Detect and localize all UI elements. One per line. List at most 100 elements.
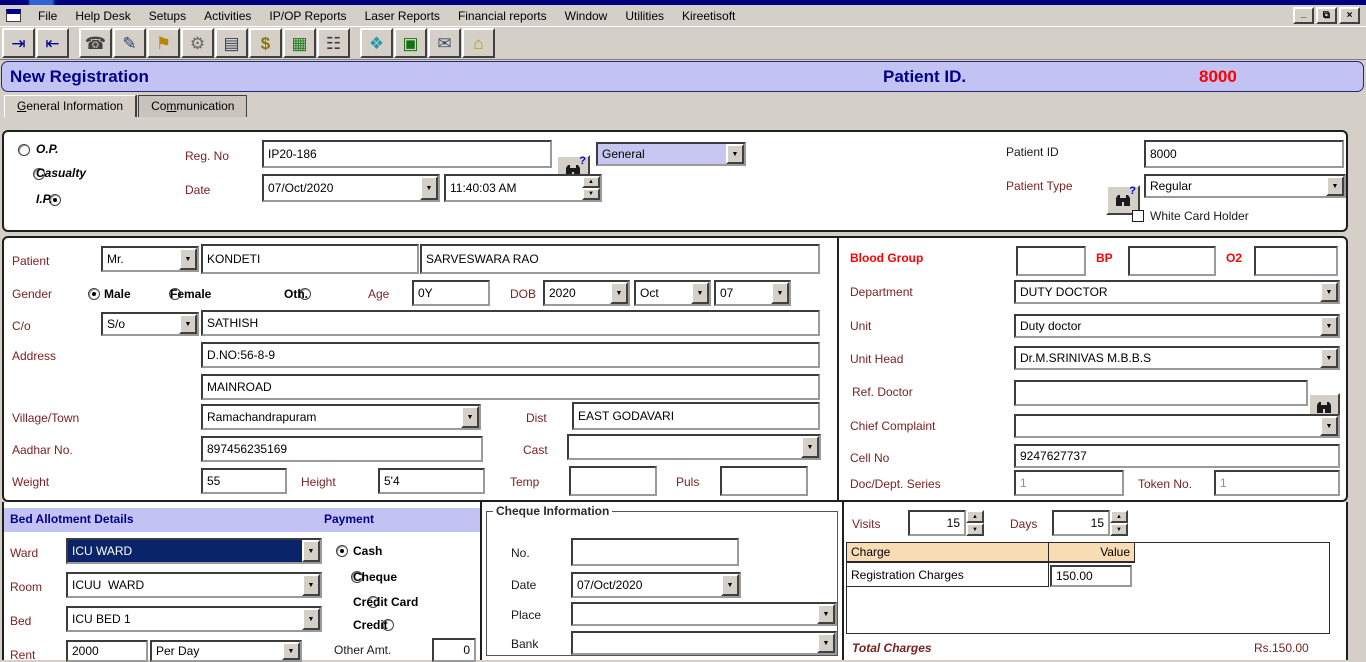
dropdown-arrow-icon[interactable] [179,314,197,334]
currency-notes-button[interactable]: ▦ [283,28,316,58]
dob-day-dropdown[interactable]: 07 [714,280,791,306]
dropdown-arrow-icon[interactable] [1326,176,1344,196]
machine-button[interactable]: ⚙ [181,28,214,58]
dropdown-arrow-icon[interactable] [461,406,479,428]
mdi-child-window-icon[interactable] [6,9,21,22]
reg-date-dropdown[interactable]: 07/Oct/2020 [262,174,440,202]
cheque-no-input[interactable] [571,538,739,566]
menu-ip-op-reports[interactable]: IP/OP Reports [260,7,355,25]
dropdown-arrow-icon[interactable] [610,282,628,304]
spin-up-icon[interactable] [1110,510,1128,523]
document-button[interactable]: ▤ [215,28,248,58]
cell-no-input[interactable]: 9247627737 [1014,444,1340,468]
restore-button[interactable]: ⧉ [1316,7,1337,24]
menu-help-desk[interactable]: Help Desk [66,7,139,25]
bp-input[interactable] [1128,246,1216,276]
chief-complaint-dropdown[interactable] [1014,414,1340,438]
dropdown-arrow-icon[interactable] [302,608,320,630]
puls-input[interactable] [720,466,808,496]
notepad-button[interactable]: ✎ [113,28,146,58]
dob-month-dropdown[interactable]: Oct [634,280,711,306]
login-in-button[interactable]: ⇥ [2,28,35,58]
rent-period-dropdown[interactable]: Per Day [150,640,302,662]
dropdown-arrow-icon[interactable] [817,633,835,653]
menu-window[interactable]: Window [556,7,617,25]
payment-cash-radio[interactable] [336,545,348,557]
diskette-button[interactable]: ❖ [360,28,393,58]
monitor-button[interactable]: ▣ [394,28,427,58]
reg-no-input[interactable]: IP20-186 [262,140,552,168]
o2-input[interactable] [1254,246,1338,276]
unit-dropdown[interactable]: Duty doctor [1014,314,1340,338]
dropdown-arrow-icon[interactable] [302,574,320,596]
menu-activities[interactable]: Activities [195,7,260,25]
dropdown-arrow-icon[interactable] [420,176,438,200]
days-spinner[interactable] [1110,510,1128,536]
visits-input[interactable]: 15 [908,510,966,536]
village-dropdown[interactable]: Ramachandrapuram [201,404,481,430]
temp-input[interactable] [569,466,657,496]
time-spinner[interactable] [582,176,600,200]
dropdown-arrow-icon[interactable] [179,248,197,270]
pushpin-card-button[interactable]: ⚑ [147,28,180,58]
aadhar-input[interactable]: 897456235169 [201,436,483,462]
cast-dropdown[interactable] [567,434,821,460]
category-dropdown[interactable]: General [596,142,746,166]
fax-button[interactable]: ☷ [317,28,350,58]
dropdown-arrow-icon[interactable] [1320,316,1338,336]
patient-id-input[interactable]: 8000 [1144,140,1344,168]
blood-group-input[interactable] [1016,246,1086,276]
mailbox-button[interactable]: ⌂ [462,28,495,58]
patient-type-dropdown[interactable]: Regular [1144,174,1346,198]
spin-down-icon[interactable] [582,188,600,200]
room-dropdown[interactable]: ICUU WARD [66,572,322,598]
menu-kireetisoft[interactable]: Kireetisoft [673,7,744,25]
dropdown-arrow-icon[interactable] [1320,348,1338,368]
dropdown-arrow-icon[interactable] [801,436,819,458]
dropdown-arrow-icon[interactable] [1320,282,1338,302]
dist-input[interactable]: EAST GODAVARI [572,402,820,430]
spin-up-icon[interactable] [966,510,984,523]
other-amt-input[interactable]: 0 [432,638,476,662]
ward-dropdown[interactable]: ICU WARD [66,538,322,564]
co-name-input[interactable]: SATHISH [201,310,820,336]
cheque-bank-dropdown[interactable] [571,631,837,655]
minimize-button[interactable]: _ [1293,7,1314,24]
bed-dropdown[interactable]: ICU BED 1 [66,606,322,632]
cash-counter-button[interactable]: $ [249,28,282,58]
envelope-button[interactable]: ✉ [428,28,461,58]
tab-communication[interactable]: Communication [138,95,247,117]
menu-setups[interactable]: Setups [140,7,195,25]
dropdown-arrow-icon[interactable] [771,282,789,304]
spin-down-icon[interactable] [966,523,984,536]
days-input[interactable]: 15 [1052,510,1110,536]
reg-time-input[interactable]: 11:40:03 AM [444,174,602,202]
dropdown-arrow-icon[interactable] [302,540,320,562]
dropdown-arrow-icon[interactable] [817,604,835,624]
visits-spinner[interactable] [966,510,984,536]
address2-input[interactable]: MAINROAD [201,374,820,400]
age-input[interactable]: 0Y [412,280,490,306]
cheque-date-dropdown[interactable]: 07/Oct/2020 [571,572,741,598]
height-input[interactable]: 5'4 [378,468,485,494]
gender-male-radio[interactable] [88,288,100,300]
white-card-checkbox[interactable] [1132,210,1144,222]
close-button[interactable]: × [1339,7,1360,24]
charge-row-value-input[interactable]: 150.00 [1050,565,1132,587]
token-no-input[interactable]: 1 [1214,470,1340,496]
dropdown-arrow-icon[interactable] [1320,416,1338,436]
surname-input[interactable]: KONDETI [201,244,419,274]
doc-series-input[interactable]: 1 [1014,470,1124,496]
salutation-dropdown[interactable]: Mr. [101,246,199,272]
menu-utilities[interactable]: Utilities [616,7,673,25]
logoff-button[interactable]: ⇤ [36,28,69,58]
tab-general-information[interactable]: General Information [4,95,136,117]
spin-down-icon[interactable] [1110,523,1128,536]
given-name-input[interactable]: SARVESWARA RAO [420,244,820,274]
menu-laser-reports[interactable]: Laser Reports [356,7,449,25]
dropdown-arrow-icon[interactable] [282,642,300,660]
cheque-place-dropdown[interactable] [571,602,837,626]
dropdown-arrow-icon[interactable] [691,282,709,304]
dropdown-arrow-icon[interactable] [726,144,744,164]
rent-input[interactable]: 2000 [66,640,148,662]
